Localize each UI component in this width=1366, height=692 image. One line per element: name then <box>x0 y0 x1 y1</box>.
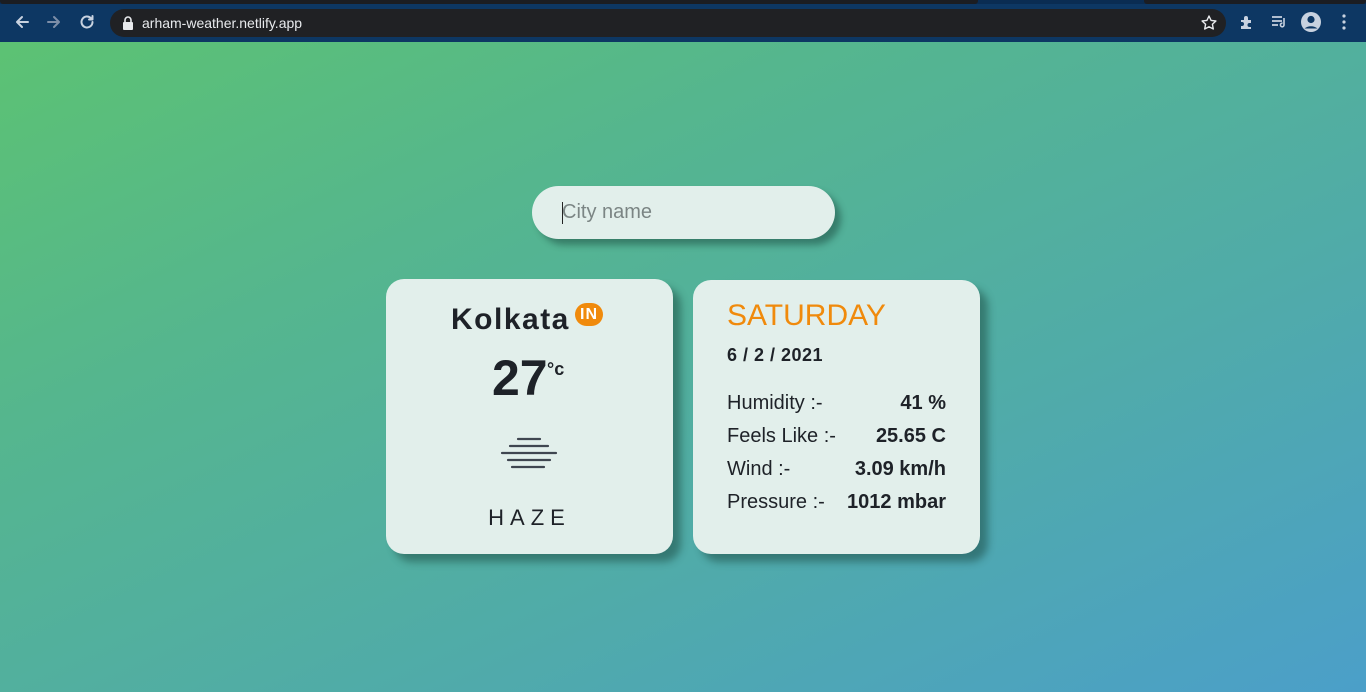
browser-toolbar: arham-weather.netlify.app <box>0 0 1366 42</box>
extensions-icon[interactable] <box>1236 11 1258 33</box>
temperature-value: 27 <box>492 350 548 406</box>
detail-value: 25.65 C <box>875 425 946 447</box>
forward-arrow-icon[interactable] <box>43 11 65 33</box>
reading-list-icon[interactable] <box>1268 11 1290 33</box>
country-badge: IN <box>575 303 603 326</box>
text-caret <box>562 202 563 224</box>
lock-icon[interactable] <box>122 16 134 30</box>
detail-value: 3.09 km/h <box>854 458 946 480</box>
detail-value: 1012 mbar <box>847 491 946 513</box>
city-name: Kolkata <box>451 303 570 336</box>
profile-icon[interactable] <box>1300 11 1322 33</box>
more-vert-icon[interactable] <box>1333 11 1355 33</box>
url-text: arham-weather.netlify.app <box>142 15 303 31</box>
day-name: SATURDAY <box>727 299 886 332</box>
weather-details-card: SATURDAY 6 / 2 / 2021 Humidity :- 41 % F… <box>693 280 980 554</box>
browser-tab[interactable] <box>0 0 978 4</box>
temperature-unit: °c <box>547 359 565 379</box>
address-bar[interactable]: arham-weather.netlify.app <box>110 9 1226 37</box>
detail-label: Pressure :- <box>727 491 825 513</box>
browser-tab[interactable] <box>1144 0 1366 4</box>
detail-label: Wind :- <box>727 458 791 480</box>
star-icon[interactable] <box>1200 14 1218 32</box>
weather-condition: HAZE <box>488 505 571 530</box>
city-search-input[interactable] <box>532 186 835 239</box>
current-weather-card: Kolkata IN 27 °c HAZE <box>386 279 673 554</box>
reload-icon[interactable] <box>76 11 98 33</box>
weather-page: Kolkata IN 27 °c HAZE SATURDAY 6 / 2 / 2… <box>0 42 1366 692</box>
back-arrow-icon[interactable] <box>11 11 33 33</box>
detail-value: 41 % <box>900 392 946 414</box>
haze-icon <box>500 437 558 469</box>
detail-label: Humidity :- <box>727 392 823 414</box>
detail-label: Feels Like :- <box>727 425 836 447</box>
date-text: 6 / 2 / 2021 <box>727 345 824 365</box>
